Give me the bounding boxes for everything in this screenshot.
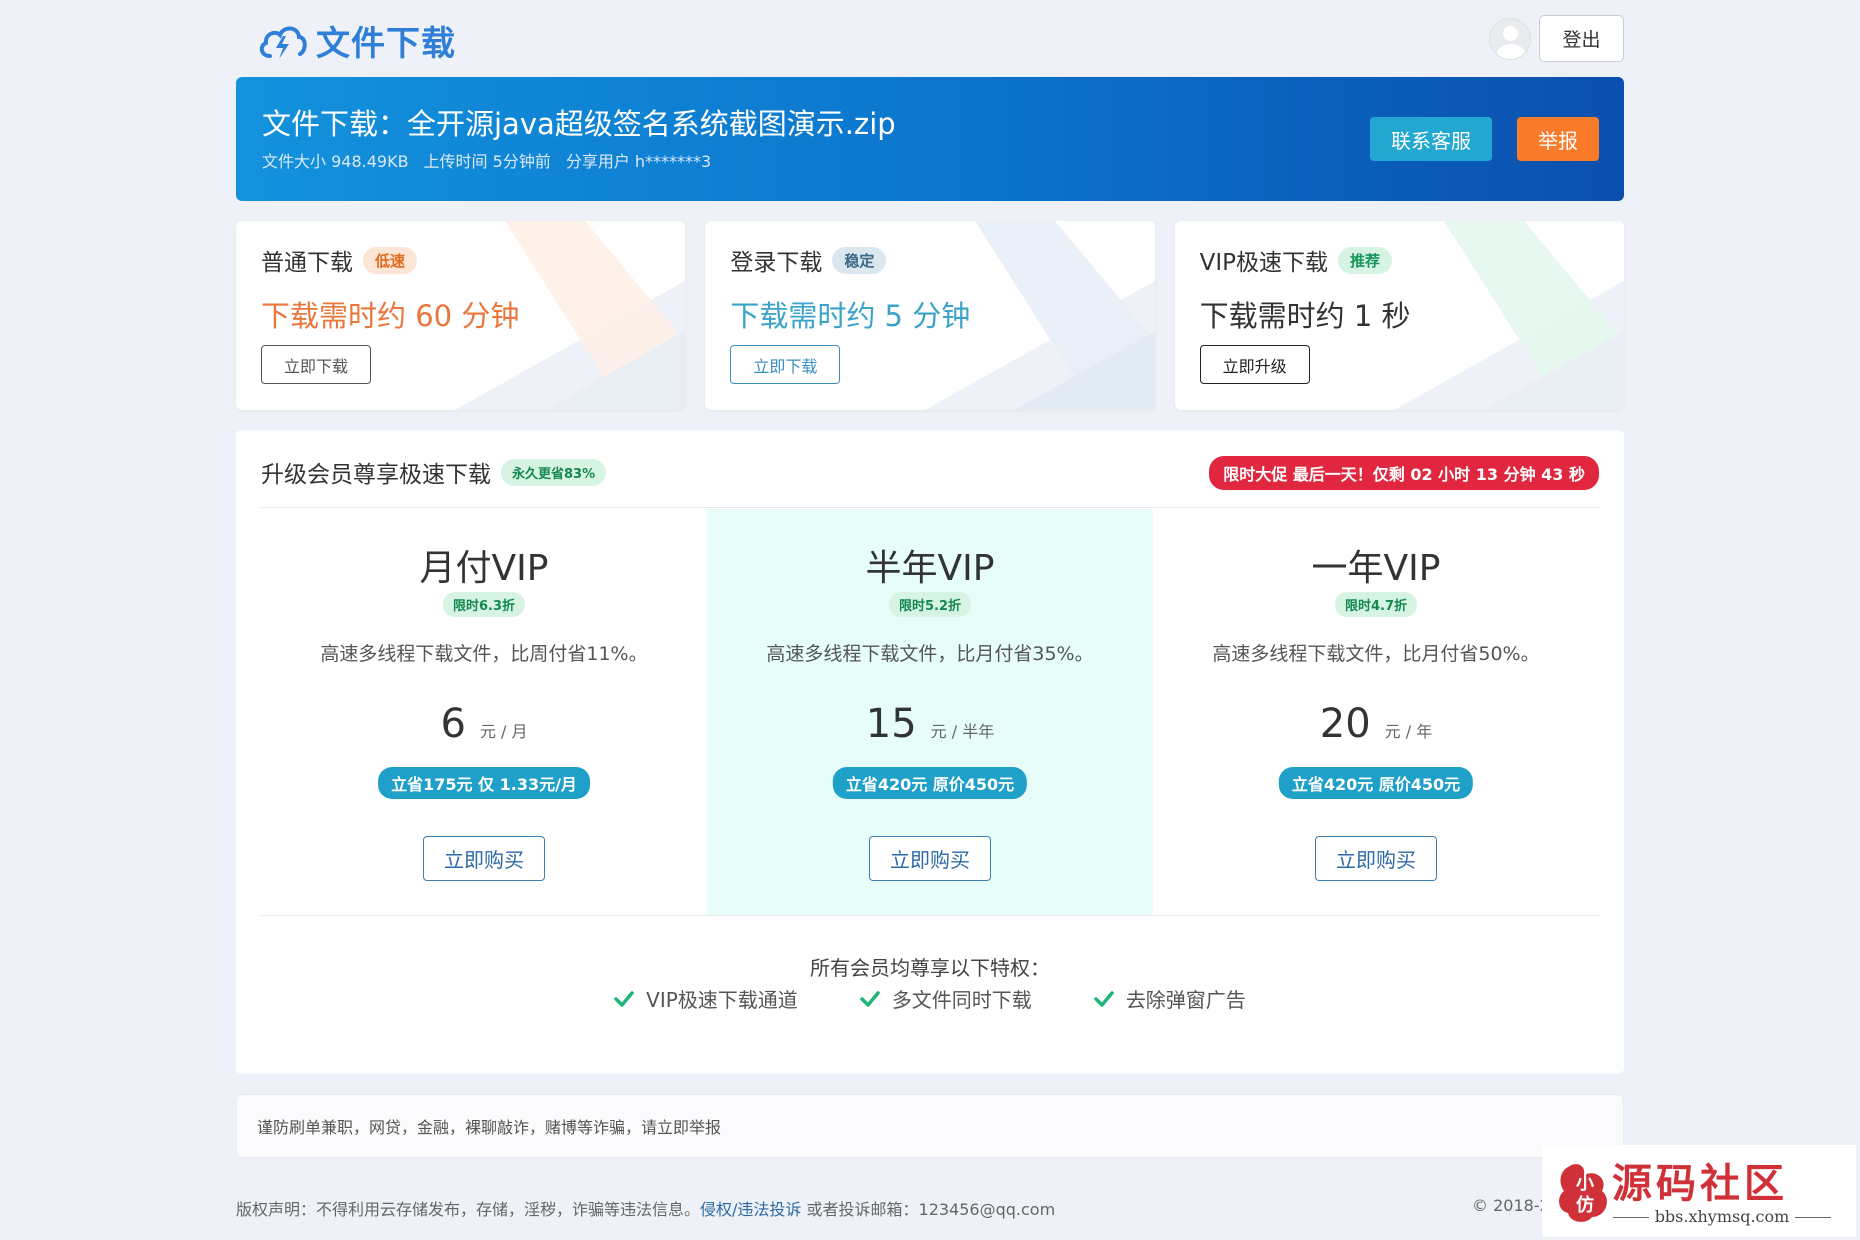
watermark: 小 仿 源码社区 bbs.xhymsq.com	[1542, 1145, 1856, 1237]
share-user: 分享用户 h*******3	[565, 152, 712, 171]
promo-countdown: 限时大促 最后一天！仅剩 02 小时 13 分钟 43 秒	[1209, 456, 1599, 490]
plan-price: 6 元 / 月	[261, 701, 707, 747]
plan-monthly: 月付VIP 限时6.3折 高速多线程下载文件，比周付省11%。 6 元 / 月 …	[261, 509, 707, 915]
logout-button[interactable]: 登出	[1539, 15, 1624, 62]
discount-badge: 限时6.3折	[442, 592, 526, 617]
footer-email: 或者投诉邮箱：123456@qq.com	[801, 1200, 1056, 1219]
speed-badge: 低速	[363, 246, 418, 274]
copyright: © 2018-2	[1472, 1196, 1550, 1215]
normal-download-button[interactable]: 立即下载	[261, 345, 371, 384]
plan-price: 15 元 / 半年	[707, 701, 1153, 747]
savings-badge: 永久更省83%	[501, 458, 607, 486]
price-unit: 元 / 月	[479, 722, 528, 741]
footer-disclaimer: 版权声明：不得利用云存储发布，存储，淫秽，诈骗等违法信息。	[236, 1200, 701, 1219]
file-meta: 文件大小 948.49KB 上传时间 5分钟前 分享用户 h*******3	[262, 148, 711, 172]
check-icon	[614, 990, 634, 1007]
check-icon	[1094, 990, 1114, 1007]
card-title: VIP极速下载	[1199, 250, 1329, 276]
file-banner: 文件下载：全开源java超级签名系统截图演示.zip 文件大小 948.49KB…	[236, 77, 1624, 201]
buy-yearly-button[interactable]: 立即购买	[1315, 836, 1437, 881]
buy-half-year-button[interactable]: 立即购买	[869, 836, 991, 881]
upgrade-button[interactable]: 立即升级	[1199, 345, 1310, 384]
plan-name: 一年VIP	[1311, 548, 1441, 589]
perk-item: 多文件同时下载	[860, 984, 1032, 1013]
report-button[interactable]: 举报	[1517, 117, 1599, 161]
savings-pill: 立省420元 原价450元	[1278, 767, 1474, 799]
cloud-lightning-icon	[259, 26, 307, 59]
perk-label: VIP极速下载通道	[646, 988, 798, 1012]
download-time: 下载需时约 5 分钟	[730, 299, 971, 333]
plan-name: 月付VIP	[419, 548, 549, 589]
perks-list: VIP极速下载通道 多文件同时下载 去除弹窗广告	[236, 984, 1624, 1013]
plan-yearly: 一年VIP 限时4.7折 高速多线程下载文件，比月付省50%。 20 元 / 年…	[1153, 509, 1599, 915]
plan-description: 高速多线程下载文件，比月付省50%。	[1212, 643, 1540, 665]
price-amount: 6	[440, 701, 466, 747]
plan-price: 20 元 / 年	[1153, 701, 1599, 747]
download-time: 下载需时约 60 分钟	[261, 299, 520, 333]
svg-text:仿: 仿	[1576, 1194, 1594, 1216]
vip-download-card: VIP极速下载 推荐 下载需时约 1 秒 立即升级	[1174, 221, 1624, 410]
speed-badge: 推荐	[1338, 246, 1393, 274]
contact-service-button[interactable]: 联系客服	[1370, 117, 1492, 161]
perk-item: 去除弹窗广告	[1094, 984, 1246, 1013]
watermark-title: 源码社区	[1612, 1160, 1788, 1207]
savings-pill: 立省175元 仅 1.33元/月	[378, 767, 590, 799]
footer: 版权声明：不得利用云存储发布，存储，淫秽，诈骗等违法信息。侵权/违法投诉 或者投…	[236, 1196, 1055, 1220]
login-download-button[interactable]: 立即下载	[730, 345, 841, 384]
site-logo[interactable]: 文件下载	[256, 16, 456, 65]
discount-badge: 限时4.7折	[1334, 592, 1418, 617]
card-title: 登录下载	[730, 250, 823, 276]
top-bar: 文件下载 登出	[236, 0, 1624, 77]
file-title: 文件下载：全开源java超级签名系统截图演示.zip	[262, 107, 896, 141]
perk-label: 多文件同时下载	[891, 988, 1032, 1012]
plan-half-year: 半年VIP 限时5.2折 高速多线程下载文件，比月付省35%。 15 元 / 半…	[707, 509, 1153, 915]
normal-download-card: 普通下载 低速 下载需时约 60 分钟 立即下载	[236, 221, 686, 410]
fraud-notice: 谨防刷单兼职，网贷，金融，裸聊敲诈，赌博等诈骗，请立即举报	[236, 1094, 1624, 1158]
price-unit: 元 / 半年	[930, 722, 995, 741]
avatar[interactable]	[1489, 17, 1531, 60]
discount-badge: 限时5.2折	[888, 592, 972, 617]
vip-panel-title: 升级会员尊享极速下载	[261, 462, 491, 488]
decorative-background	[1393, 221, 1624, 410]
vip-panel: 升级会员尊享极速下载 永久更省83% 限时大促 最后一天！仅剩 02 小时 13…	[236, 430, 1624, 1074]
complaint-link[interactable]: 侵权/违法投诉	[700, 1200, 801, 1219]
perk-item: VIP极速下载通道	[614, 984, 798, 1013]
plan-description: 高速多线程下载文件，比周付省11%。	[320, 643, 648, 665]
svg-text:小: 小	[1576, 1173, 1594, 1194]
login-download-card: 登录下载 稳定 下载需时约 5 分钟 立即下载	[705, 221, 1155, 410]
buy-monthly-button[interactable]: 立即购买	[423, 836, 545, 881]
card-title: 普通下载	[261, 250, 353, 276]
plan-description: 高速多线程下载文件，比月付省35%。	[766, 643, 1094, 665]
perks-title: 所有会员均尊享以下特权：	[810, 956, 1050, 980]
price-unit: 元 / 年	[1384, 722, 1433, 741]
file-size: 文件大小 948.49KB	[262, 152, 409, 171]
savings-pill: 立省420元 原价450元	[832, 767, 1028, 799]
site-title: 文件下载	[316, 24, 456, 64]
perk-label: 去除弹窗广告	[1125, 988, 1246, 1012]
watermark-url: bbs.xhymsq.com	[1602, 1207, 1842, 1226]
check-icon	[860, 990, 880, 1007]
price-amount: 15	[865, 701, 917, 747]
price-amount: 20	[1319, 701, 1371, 747]
speed-badge: 稳定	[832, 246, 887, 274]
upload-time: 上传时间 5分钟前	[423, 152, 551, 171]
plan-name: 半年VIP	[865, 548, 995, 589]
download-time: 下载需时约 1 秒	[1199, 299, 1411, 333]
